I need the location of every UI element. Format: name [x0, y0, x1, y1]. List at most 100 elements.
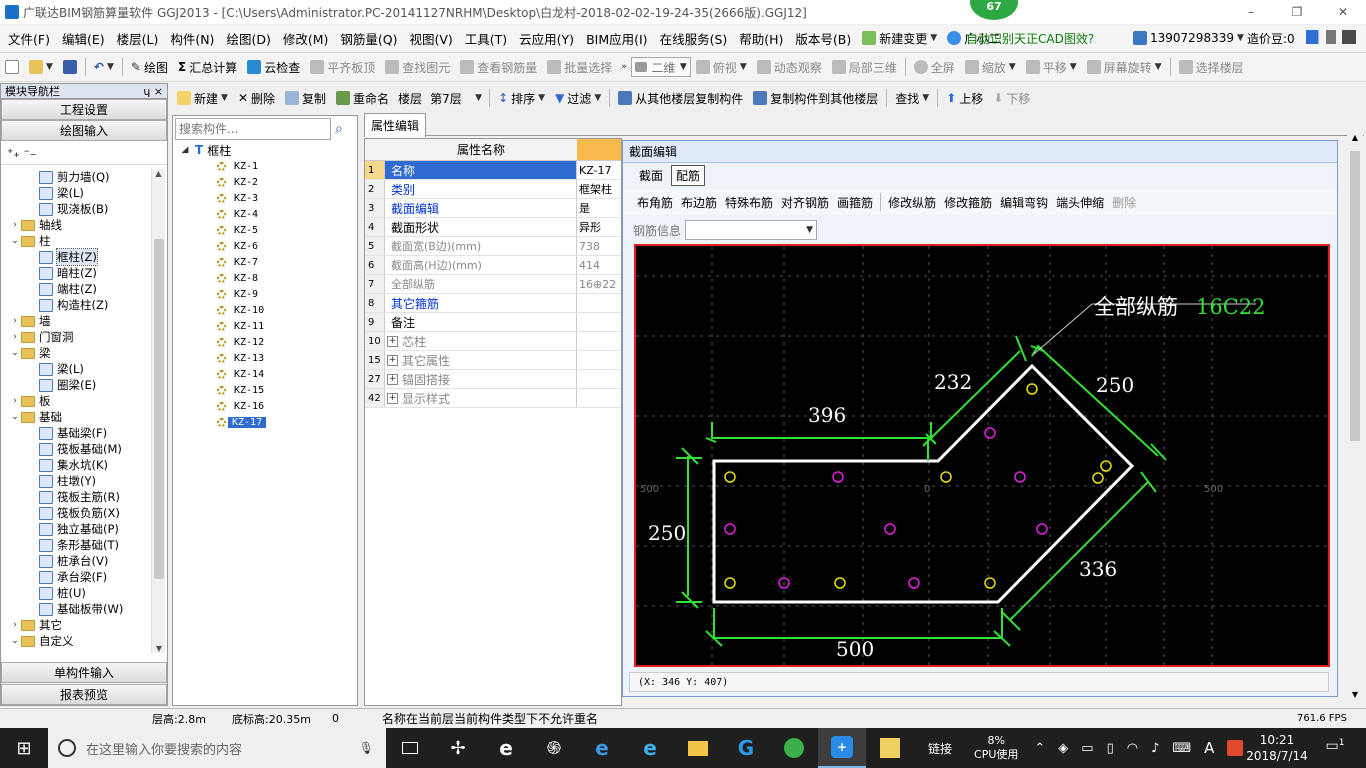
component-item[interactable]: KZ-16: [173, 398, 357, 414]
menu-item-6[interactable]: 钢筋量(Q): [334, 29, 403, 48]
menu-item-5[interactable]: 修改(M): [277, 29, 335, 48]
property-value[interactable]: [577, 332, 621, 350]
view-mode-select[interactable]: 二维 ▼: [630, 57, 691, 77]
expanded-arrow-icon[interactable]: ⌄: [9, 412, 21, 422]
property-row[interactable]: 6 截面高(H边)(mm) 414: [365, 256, 621, 275]
minimize-button[interactable]: –: [1228, 5, 1274, 19]
copy-component-button[interactable]: 复制: [280, 87, 331, 109]
expand-plus-icon[interactable]: +: [387, 335, 398, 347]
nav-tree-scrollbar[interactable]: ▲ ▼: [151, 169, 165, 653]
property-row[interactable]: 8 其它箍筋: [365, 294, 621, 313]
menu-item-4[interactable]: 绘图(D): [220, 29, 276, 48]
rebar-tool-button[interactable]: 删除: [1108, 194, 1140, 211]
property-row[interactable]: 7 全部纵筋 16⊕22: [365, 275, 621, 294]
tray-volume-icon[interactable]: ♪: [1151, 741, 1159, 756]
menu-item-8[interactable]: 工具(T): [459, 29, 513, 48]
property-row[interactable]: 42 + 显示样式: [365, 389, 621, 408]
property-value[interactable]: 16⊕22: [577, 275, 621, 293]
new-change-menu[interactable]: 新建变更 ▼: [857, 27, 942, 49]
taskbar-app-glodon[interactable]: G: [722, 728, 770, 768]
property-row[interactable]: 1 名称 KZ-17: [365, 161, 621, 180]
tray-battery-icon[interactable]: ▯: [1107, 741, 1114, 756]
tray-keyboard-icon[interactable]: ⌨: [1172, 741, 1191, 756]
collapsed-arrow-icon[interactable]: ›: [9, 332, 21, 342]
nav-item[interactable]: 梁(L): [1, 185, 151, 201]
move-down-button[interactable]: ⬇ 下移: [988, 87, 1035, 109]
property-value[interactable]: 框架柱: [577, 180, 621, 198]
copy-to-floor-button[interactable]: 复制构件到其他楼层: [748, 87, 883, 109]
local-3d-button[interactable]: 局部三维: [827, 56, 902, 78]
zoom-button[interactable]: 缩放 ▼: [960, 56, 1021, 78]
section-drawing-canvas[interactable]: 500 0 500 396 232 250 250 336 500 全部纵筋 16C22: [634, 244, 1330, 667]
sort-button[interactable]: ↕ 排序 ▼: [493, 87, 550, 109]
tab-property-edit[interactable]: 属性编辑: [364, 112, 427, 137]
new-file-button[interactable]: [0, 56, 24, 78]
component-item[interactable]: KZ-11: [173, 318, 357, 334]
expanded-arrow-icon[interactable]: ⌄: [9, 348, 21, 358]
taskbar-app-spiral[interactable]: ֍: [530, 728, 578, 768]
nav-item[interactable]: 基础板带(W): [1, 601, 151, 617]
rebar-tool-button[interactable]: 修改箍筋: [940, 194, 996, 211]
property-value[interactable]: [577, 389, 621, 407]
new-component-button[interactable]: 新建 ▼: [172, 87, 233, 109]
component-item[interactable]: KZ-5: [173, 222, 357, 238]
nav-folder[interactable]: ⌄ 基础: [1, 409, 151, 425]
action-center-button[interactable]: ▭1: [1320, 738, 1350, 754]
nav-item[interactable]: 独立基础(P): [1, 521, 151, 537]
component-tree-root[interactable]: ◢ T 框柱: [173, 142, 357, 158]
nav-item[interactable]: 圈梁(E): [1, 377, 151, 393]
nav-folder[interactable]: ⌄ 自定义: [1, 633, 151, 649]
property-value[interactable]: [577, 313, 621, 331]
taskbar-app-green[interactable]: [770, 728, 818, 768]
component-item[interactable]: KZ-13: [173, 350, 357, 366]
property-value[interactable]: [577, 351, 621, 369]
property-row[interactable]: 5 截面宽(B边)(mm) 738: [365, 237, 621, 256]
property-row[interactable]: 4 截面形状 异形: [365, 218, 621, 237]
component-item[interactable]: KZ-10: [173, 302, 357, 318]
menu-item-3[interactable]: 构件(N): [164, 29, 220, 48]
component-item[interactable]: KZ-1: [173, 158, 357, 174]
menu-extra-icons[interactable]: [1306, 30, 1356, 44]
property-value[interactable]: [577, 370, 621, 388]
rebar-tool-button[interactable]: 编辑弯钩: [996, 194, 1052, 211]
nav-folder[interactable]: › 板: [1, 393, 151, 409]
rebar-tool-button[interactable]: 端头伸缩: [1052, 194, 1108, 211]
rebar-tool-button[interactable]: 对齐钢筋: [777, 194, 833, 211]
component-item[interactable]: KZ-2: [173, 174, 357, 190]
screen-rotate-button[interactable]: 屏幕旋转 ▼: [1082, 56, 1167, 78]
property-value[interactable]: 414: [577, 256, 621, 274]
expanded-arrow-icon[interactable]: ⌄: [9, 236, 21, 246]
menu-item-0[interactable]: 文件(F): [2, 29, 56, 48]
rebar-info-select[interactable]: ▼: [685, 220, 818, 240]
open-file-button[interactable]: ▼: [24, 56, 58, 78]
rebar-tool-button[interactable]: 特殊布筋: [721, 194, 777, 211]
component-item[interactable]: KZ-12: [173, 334, 357, 350]
menu-item-2[interactable]: 楼层(L): [111, 29, 165, 48]
menu-item-10[interactable]: BIM应用(I): [580, 29, 654, 48]
nav-folder[interactable]: ⌄ 柱: [1, 233, 151, 249]
section-tab[interactable]: 配筋: [671, 164, 706, 186]
collapsed-arrow-icon[interactable]: ›: [9, 316, 21, 326]
property-row[interactable]: 9 备注: [365, 313, 621, 332]
batch-select-button[interactable]: 批量选择: [542, 56, 617, 78]
rebar-tool-button[interactable]: 布角筋: [633, 194, 677, 211]
panel-pin-close[interactable]: ɥ ×: [143, 85, 163, 98]
nav-item[interactable]: 构造柱(Z): [1, 297, 151, 313]
nav-item[interactable]: 框柱(Z): [1, 248, 151, 266]
nav-item[interactable]: 基础梁(F): [1, 425, 151, 441]
expanded-arrow-icon[interactable]: ⌄: [9, 636, 21, 646]
taskbar-app-notes[interactable]: [866, 728, 914, 768]
property-value[interactable]: 738: [577, 237, 621, 255]
account-button[interactable]: 13907298339 ▼: [1128, 27, 1249, 49]
property-row[interactable]: 2 类别 框架柱: [365, 180, 621, 199]
ime-indicator[interactable]: A: [1204, 739, 1214, 757]
taskbar-search[interactable]: 在这里输入你要搜索的内容 🎙: [48, 728, 386, 768]
fullscreen-button[interactable]: 全屏: [909, 56, 960, 78]
move-up-button[interactable]: ⬆ 上移: [941, 87, 988, 109]
dynamic-view-button[interactable]: 动态观察: [752, 56, 827, 78]
summary-calc-button[interactable]: Σ 汇总计算: [173, 56, 242, 78]
search-icon[interactable]: ⌕: [335, 121, 343, 137]
undo-button[interactable]: ↶ ▼: [89, 56, 119, 78]
component-item[interactable]: KZ-6: [173, 238, 357, 254]
single-input-button[interactable]: 单构件输入: [1, 662, 167, 683]
